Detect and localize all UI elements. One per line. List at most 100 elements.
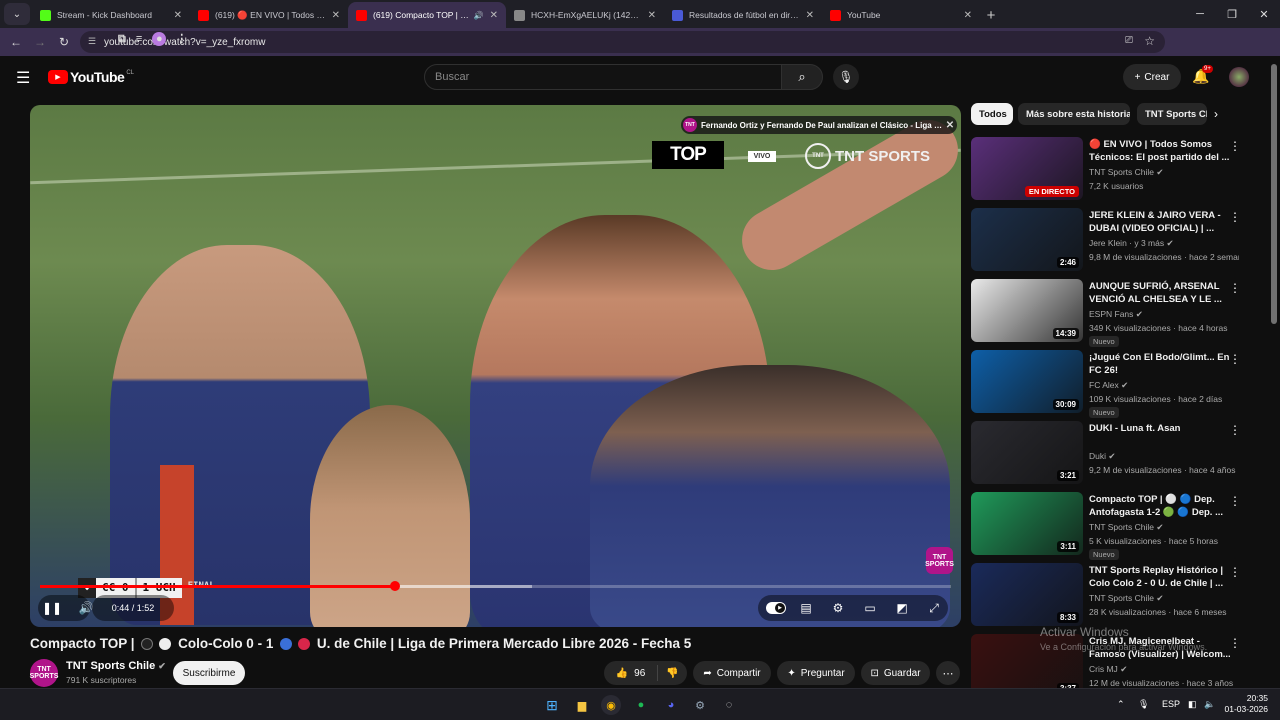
language-indicator[interactable]: ESP: [1162, 699, 1180, 709]
rec-title[interactable]: JERE KLEIN & JAIRO VERA - DUBAI (VIDEO O…: [1089, 209, 1235, 235]
audio-icon[interactable]: 🔊: [474, 11, 484, 20]
restore-icon[interactable]: ❐: [1216, 8, 1248, 21]
rec-menu-icon[interactable]: ⋮: [1229, 352, 1241, 366]
rec-menu-icon[interactable]: ⋮: [1229, 494, 1241, 508]
tab-close-icon[interactable]: ✕: [174, 10, 182, 21]
save-button[interactable]: ⊡ Guardar: [861, 661, 930, 685]
spotify-icon[interactable]: ●: [631, 695, 651, 715]
chip-all[interactable]: Todos: [971, 103, 1013, 125]
close-icon[interactable]: ✕: [943, 120, 957, 131]
browser-tab[interactable]: (619) 🔴 EN VIVO | Todos Somos ✕: [190, 2, 348, 28]
install-app-icon[interactable]: ⎚: [1125, 35, 1133, 46]
dislike-button[interactable]: 👎: [658, 668, 687, 679]
network-icon[interactable]: ◧: [1188, 699, 1197, 710]
chip-channel[interactable]: TNT Sports Chile: [1137, 103, 1207, 125]
steam-icon[interactable]: ⚙: [690, 695, 710, 715]
fullscreen-button[interactable]: ⤢: [922, 597, 946, 619]
channel-watermark[interactable]: TNT SPORTS: [925, 547, 954, 574]
rec-title[interactable]: ¡Jugué Con El Bodo/Glimt... En FC 26!: [1089, 351, 1235, 377]
share-button[interactable]: ➦ Compartir: [693, 661, 771, 685]
chevron-right-icon[interactable]: ›: [1214, 107, 1218, 121]
rec-channel[interactable]: Cris MJ ✔: [1089, 664, 1127, 675]
youtube-logo[interactable]: ▶ YouTube CL: [48, 69, 134, 85]
rec-channel[interactable]: FC Alex ✔: [1089, 380, 1128, 391]
rec-channel[interactable]: ESPN Fans ✔: [1089, 309, 1143, 320]
bookmark-star-icon[interactable]: ☆: [1144, 34, 1155, 48]
channel-name[interactable]: TNT Sports Chile ✔: [66, 660, 166, 672]
recommendation-item[interactable]: 3:11 Compacto TOP | ⚪ 🔵 Dep. Antofagasta …: [971, 492, 1261, 560]
site-info-icon[interactable]: ☰: [88, 36, 96, 47]
video-thumbnail[interactable]: 3:21: [971, 421, 1083, 484]
rec-title[interactable]: AUNQUE SUFRIÓ, ARSENAL VENCIÓ AL CHELSEA…: [1089, 280, 1235, 306]
video-thumbnail[interactable]: EN DIRECTO: [971, 137, 1083, 200]
clock[interactable]: 20:35 01-03-2026: [1222, 693, 1268, 715]
like-button[interactable]: 👍 96: [604, 665, 658, 681]
cast-button[interactable]: ◩: [890, 597, 914, 619]
video-player[interactable]: TNT Fernando Ortiz y Fernando De Paul an…: [30, 105, 961, 627]
video-thumbnail[interactable]: 2:46: [971, 208, 1083, 271]
recommendation-item[interactable]: 30:09 ¡Jugué Con El Bodo/Glimt... En FC 2…: [971, 350, 1261, 418]
autoplay-toggle[interactable]: ▶: [766, 602, 786, 614]
browser-tab[interactable]: HCXH-EmXgAELUKj (1429×1000) ✕: [506, 2, 664, 28]
rec-title[interactable]: DUKI - Luna ft. Asan: [1089, 422, 1235, 435]
video-thumbnail[interactable]: 30:09: [971, 350, 1083, 413]
account-avatar[interactable]: [1229, 67, 1249, 87]
rec-title[interactable]: Compacto TOP | ⚪ 🔵 Dep. Antofagasta 1-2 …: [1089, 493, 1235, 519]
voice-search-button[interactable]: 🎙: [833, 64, 859, 90]
rec-menu-icon[interactable]: ⋮: [1229, 281, 1241, 295]
reading-list-icon[interactable]: ≡: [136, 33, 142, 46]
tab-close-icon[interactable]: ✕: [332, 10, 340, 21]
subscribe-button[interactable]: Suscribirme: [173, 661, 245, 685]
profile-avatar[interactable]: ●: [152, 32, 167, 46]
notifications-button[interactable]: 🔔 9+: [1192, 65, 1213, 85]
subtitles-button[interactable]: ▤: [794, 597, 818, 619]
tab-close-icon[interactable]: ✕: [806, 10, 814, 21]
forward-icon[interactable]: →: [28, 35, 52, 49]
channel-avatar[interactable]: TNT SPORTS: [30, 659, 58, 687]
tab-search-button[interactable]: ⌄: [4, 3, 30, 25]
theater-button[interactable]: ▭: [858, 597, 882, 619]
ask-button[interactable]: ✦ Preguntar: [777, 661, 855, 685]
rec-menu-icon[interactable]: ⋮: [1229, 565, 1241, 579]
search-input[interactable]: Buscar: [424, 64, 782, 90]
new-tab-button[interactable]: +: [980, 4, 1002, 26]
pause-button[interactable]: ❚❚: [40, 597, 64, 619]
rec-menu-icon[interactable]: ⋮: [1229, 139, 1241, 153]
mic-tray-icon[interactable]: 🎙: [1138, 699, 1149, 710]
recommendation-item[interactable]: 8:33 TNT Sports Replay Histórico | Colo C…: [971, 563, 1261, 627]
rec-channel[interactable]: TNT Sports Chile ✔: [1089, 522, 1164, 533]
settings-button[interactable]: ⚙: [826, 597, 850, 619]
video-thumbnail[interactable]: 8:33: [971, 563, 1083, 626]
menu-icon[interactable]: ☰: [16, 68, 30, 88]
rec-channel[interactable]: Duki ✔: [1089, 451, 1116, 462]
reload-icon[interactable]: ↻: [52, 35, 76, 49]
minimize-icon[interactable]: ─: [1184, 8, 1216, 20]
close-window-icon[interactable]: ✕: [1248, 8, 1280, 21]
progress-bar[interactable]: [40, 581, 951, 591]
chip-more-story[interactable]: Más sobre esta historia: [1018, 103, 1130, 125]
speaker-icon[interactable]: 🔈: [1204, 699, 1215, 710]
tab-close-icon[interactable]: ✕: [648, 10, 656, 21]
tab-close-icon[interactable]: ✕: [490, 10, 498, 21]
recommendation-item[interactable]: 2:46 JERE KLEIN & JAIRO VERA - DUBAI (VID…: [971, 208, 1261, 272]
chrome-icon[interactable]: ◉: [601, 695, 621, 715]
create-button[interactable]: + Crear: [1123, 64, 1181, 90]
recommendation-item[interactable]: 3:21 DUKI - Luna ft. Asan Duki ✔ 9,2 M de v…: [971, 421, 1261, 485]
discord-icon[interactable]: ◕: [661, 695, 681, 715]
browser-tab[interactable]: Resultados de fútbol en directo ✕: [664, 2, 822, 28]
video-thumbnail[interactable]: 3:11: [971, 492, 1083, 555]
recommendation-item[interactable]: 14:39 AUNQUE SUFRIÓ, ARSENAL VENCIÓ AL CH…: [971, 279, 1261, 347]
video-thumbnail[interactable]: 14:39: [971, 279, 1083, 342]
rec-channel[interactable]: TNT Sports Chile ✔: [1089, 593, 1164, 604]
file-explorer-icon[interactable]: ▆: [572, 695, 592, 715]
info-card-overlay[interactable]: TNT Fernando Ortiz y Fernando De Paul an…: [681, 116, 957, 134]
recommendation-item[interactable]: EN DIRECTO 🔴 EN VIVO | Todos Somos Técnic…: [971, 137, 1261, 201]
rec-title[interactable]: 🔴 EN VIVO | Todos Somos Técnicos: El pos…: [1089, 138, 1235, 164]
browser-tab[interactable]: Stream - Kick Dashboard ✕: [32, 2, 190, 28]
extensions-icon[interactable]: ⧉: [118, 33, 126, 46]
rec-channel[interactable]: TNT Sports Chile ✔: [1089, 167, 1164, 178]
browser-menu-icon[interactable]: ⋮: [176, 33, 187, 46]
back-icon[interactable]: ←: [4, 35, 28, 49]
page-scrollbar[interactable]: [1271, 64, 1277, 324]
obs-icon[interactable]: ◌: [719, 695, 739, 715]
